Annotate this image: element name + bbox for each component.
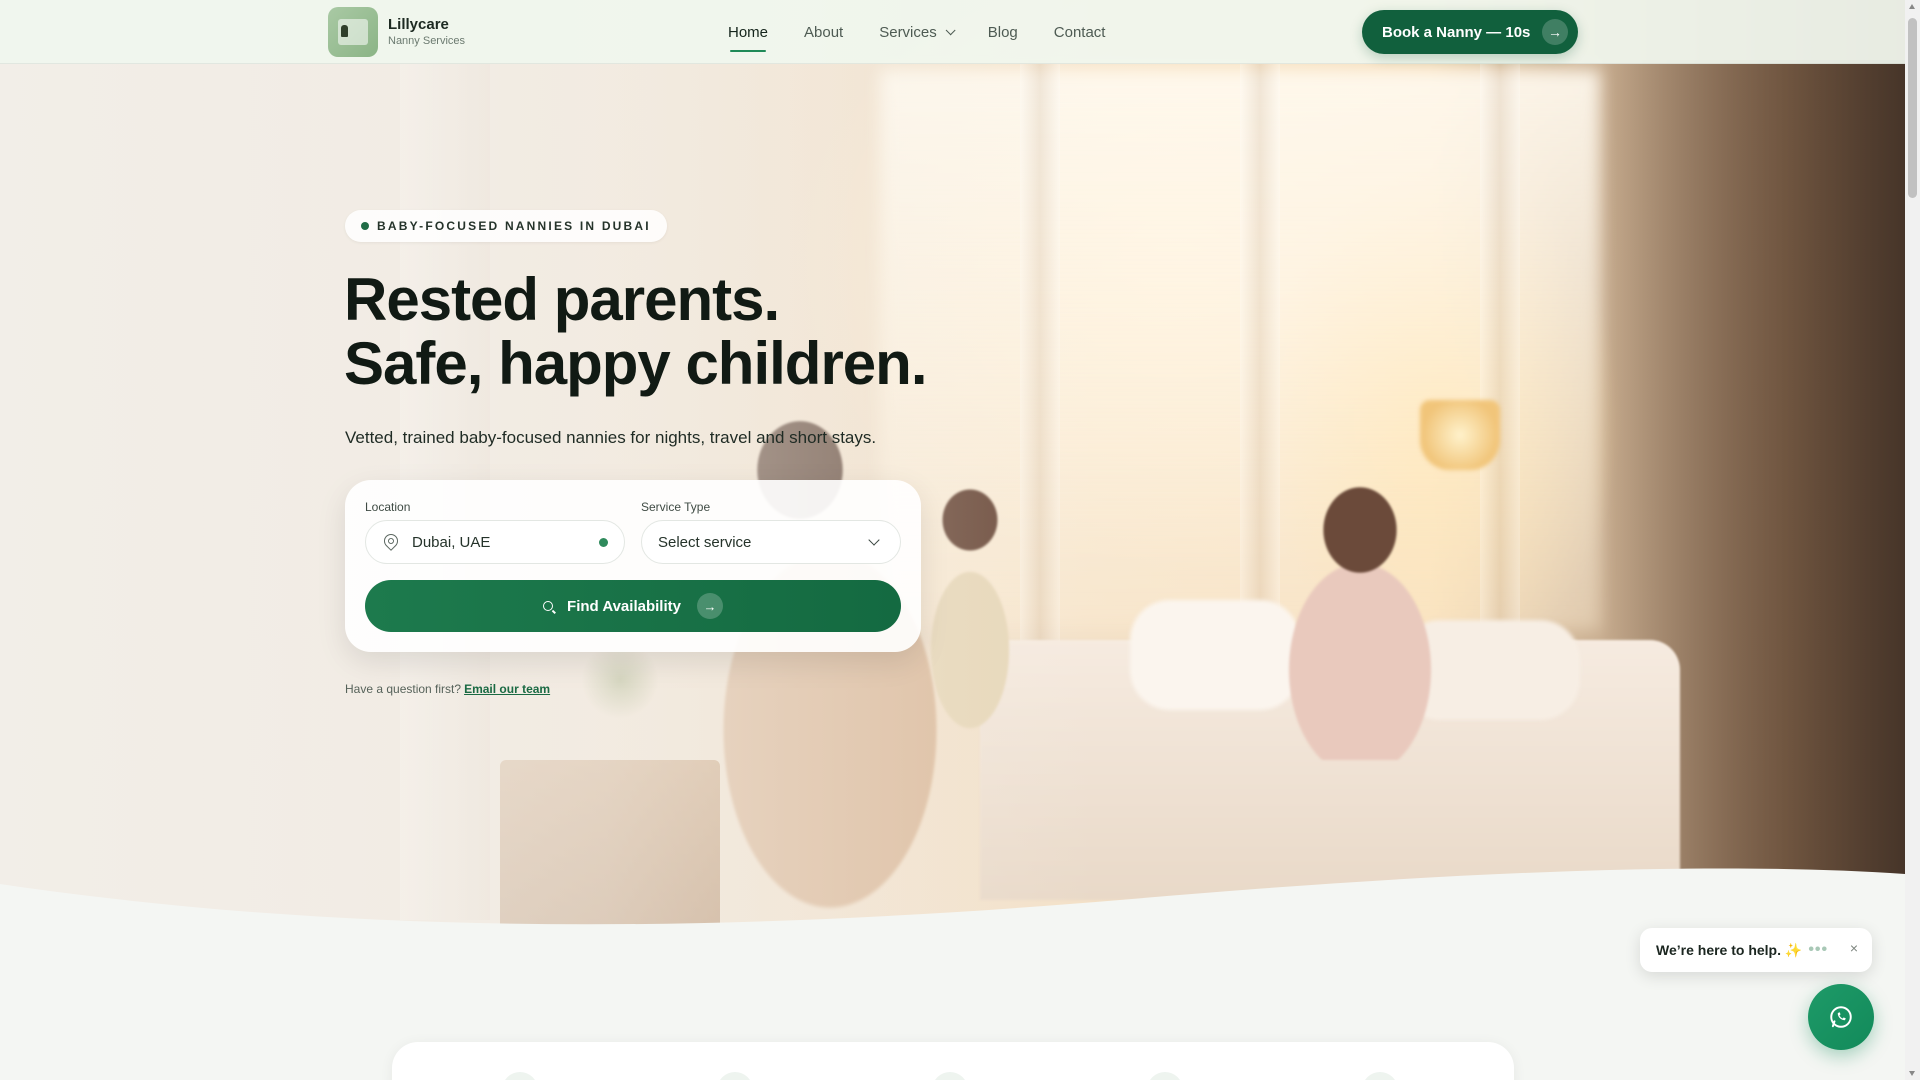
- hero-overlay: [0, 0, 1100, 930]
- hero-background: [0, 0, 1905, 930]
- whatsapp-icon: [1830, 1006, 1852, 1028]
- scroll-down-arrow[interactable]: [1909, 1071, 1915, 1076]
- availability-search-card: Location Service Type Dubai, UAE Select …: [345, 480, 921, 652]
- location-status-dot: [599, 538, 608, 547]
- arrow-right-icon: →: [696, 593, 723, 619]
- hero-subline: Vetted, trained baby-focused nannies for…: [345, 428, 877, 447]
- service-type-select[interactable]: Select service: [641, 520, 901, 564]
- location-input[interactable]: Dubai, UAE: [365, 520, 625, 564]
- email-team-link[interactable]: Email our team: [464, 682, 550, 696]
- chat-greeting-bubble[interactable]: We’re here to help. ✨ ••• ×: [1640, 928, 1872, 972]
- woman-figure: [1260, 460, 1460, 760]
- nav-item-services[interactable]: Services: [879, 0, 956, 64]
- search-icon: [543, 601, 554, 611]
- nav-item-contact[interactable]: Contact: [1054, 0, 1106, 64]
- brand-logo[interactable]: [328, 7, 378, 57]
- location-label: Location: [365, 500, 411, 514]
- features-card: [392, 1042, 1514, 1080]
- feature-icon: [932, 1072, 968, 1080]
- chevron-down-icon: [868, 534, 880, 546]
- whatsapp-chat-button[interactable]: [1808, 984, 1874, 1050]
- find-availability-button[interactable]: Find Availability →: [365, 580, 901, 632]
- main-nav: Home About Services Blog Contact: [728, 0, 1105, 64]
- typing-indicator: •••: [1808, 941, 1829, 958]
- brand-tagline: Nanny Services: [388, 35, 466, 47]
- feature-icon: [1147, 1072, 1183, 1080]
- scrollbar-thumb[interactable]: [1908, 18, 1917, 198]
- close-icon[interactable]: ×: [1850, 940, 1858, 956]
- nav-item-home[interactable]: Home: [728, 0, 768, 64]
- site-header: Lillycare Nanny Services Home About Serv…: [0, 0, 1905, 64]
- brand-name[interactable]: Lillycare: [388, 16, 449, 33]
- location-pin-icon: [381, 531, 401, 551]
- badge-dot: [361, 222, 369, 230]
- nav-item-about[interactable]: About: [804, 0, 843, 64]
- chevron-down-icon: [945, 24, 956, 35]
- page-scrollbar[interactable]: [1905, 0, 1920, 1080]
- hero-headline: Rested parents. Safe, happy children.: [344, 266, 927, 397]
- hero-badge: BABY-FOCUSED NANNIES IN DUBAI: [345, 210, 667, 242]
- nav-item-blog[interactable]: Blog: [988, 0, 1018, 64]
- feature-icon: [502, 1072, 538, 1080]
- feature-icon: [1362, 1072, 1398, 1080]
- service-type-label: Service Type: [641, 500, 711, 514]
- book-nanny-button[interactable]: Book a Nanny — 10s →: [1362, 10, 1578, 54]
- arrow-right-icon: →: [1542, 19, 1568, 45]
- scroll-up-arrow[interactable]: [1909, 4, 1915, 9]
- feature-icon: [717, 1072, 753, 1080]
- question-prompt: Have a question first? Email our team: [345, 682, 551, 696]
